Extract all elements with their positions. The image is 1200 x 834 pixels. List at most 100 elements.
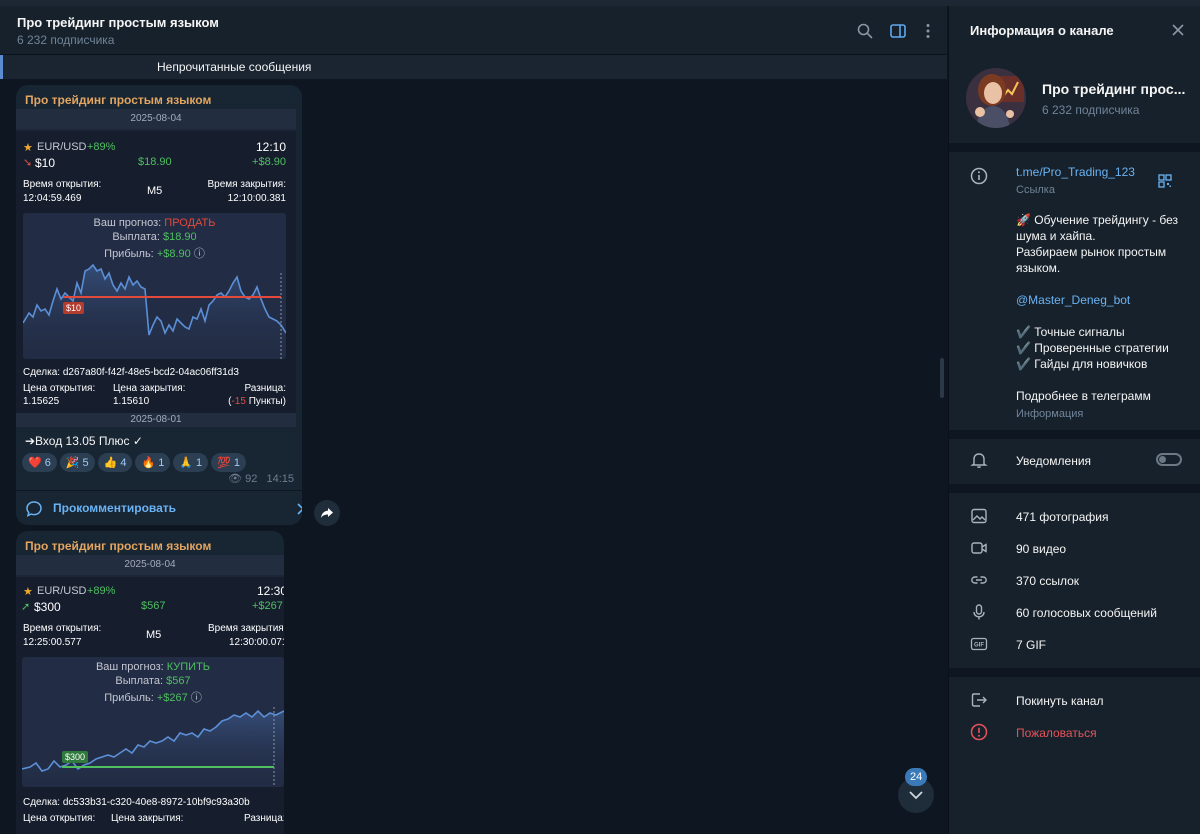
channel-link[interactable]: t.me/Pro_Trading_123: [1016, 165, 1135, 179]
post-time: 14:15: [266, 473, 294, 485]
reaction-emoji: 👍: [103, 457, 118, 469]
deal-id: Сделка: dc533b31-c320-40e8-8972-10bf9c93…: [23, 797, 250, 808]
diff-suffix: Пункты): [245, 396, 286, 407]
reaction-count: 1: [196, 456, 203, 469]
entry-price-tag: $10: [63, 302, 85, 314]
section-divider: [949, 143, 1200, 152]
reaction-heart[interactable]: ❤️ 6: [22, 453, 57, 472]
forecast-label: Ваш прогноз:: [95, 661, 164, 673]
reaction-pray[interactable]: 🙏 1: [173, 453, 209, 472]
star-icon: ★: [23, 586, 33, 598]
reactions-bar: ❤️ 6 🎉 5 👍 4 🔥 1 🙏 1 💯 1: [22, 453, 246, 472]
description-line: Подробнее в телеграмм: [1016, 389, 1151, 403]
links-row[interactable]: 370 ссылок: [1016, 574, 1079, 588]
deal-id: Сделка: d267a80f-f42f-48e5-bcd2-04ac06ff…: [23, 367, 239, 378]
close-icon[interactable]: [1171, 23, 1185, 37]
sidebar-toggle-icon[interactable]: [889, 22, 907, 40]
reaction-emoji: ❤️: [28, 457, 42, 469]
chat-title[interactable]: Про трейдинг простым языком: [17, 15, 219, 30]
description-line: [1016, 276, 1186, 292]
comment-button[interactable]: Прокомментировать: [16, 490, 302, 525]
bot-mention-link[interactable]: @Master_Deneg_bot: [1016, 292, 1186, 308]
entry-price-tag: $300: [62, 751, 89, 763]
description-line: ✔️ Проверенные стратегии: [1016, 341, 1169, 355]
trade-time: 12:10: [255, 140, 286, 154]
qr-code-icon[interactable]: [1157, 173, 1173, 189]
description-line: ✔️ Гайды для новичков: [1016, 357, 1148, 371]
report-button[interactable]: Пожаловаться: [1016, 726, 1097, 740]
profit-value: +$267: [156, 692, 188, 704]
reaction-emoji: 🎉: [65, 457, 80, 469]
report-icon: [970, 723, 988, 741]
comment-icon: [26, 501, 42, 517]
payout-label: Выплата:: [112, 231, 160, 243]
notifications-label: Уведомления: [1016, 454, 1092, 468]
trade-payout: $567: [141, 600, 166, 612]
unread-count-badge: 24: [905, 768, 928, 786]
open-time: 12:04:59.469: [23, 193, 82, 204]
share-button[interactable]: [314, 500, 340, 526]
more-options-icon[interactable]: [919, 22, 937, 40]
photos-row[interactable]: 471 фотография: [1016, 510, 1108, 524]
payout-label: Выплата:: [115, 675, 164, 687]
payout-line: Выплата: $567: [22, 675, 284, 687]
chevron-right-icon: [297, 503, 302, 515]
close-time-label: Время закрытия:: [208, 623, 284, 634]
gif-row[interactable]: 7 GIF: [1016, 638, 1046, 652]
post-author[interactable]: Про трейдинг простым языком: [25, 539, 211, 553]
link-icon: [971, 576, 987, 584]
trade-amount: $300: [34, 600, 61, 614]
trade-profit: +$267: [252, 600, 283, 612]
trade-card-image[interactable]: 2025-08-04 ★ EUR/USD +89% 12:10 ➘ $10 $1…: [16, 109, 296, 427]
search-icon[interactable]: [856, 22, 874, 40]
profit-label: Прибыль:: [104, 248, 154, 260]
voice-row[interactable]: 60 голосовых сообщений: [1016, 606, 1157, 620]
channel-post[interactable]: Про трейдинг простым языком 2025-08-04 ★…: [16, 85, 302, 525]
reaction-emoji: 🔥: [141, 457, 156, 469]
close-time: 12:30:00.071: [229, 637, 284, 648]
card-date: 2025-08-04: [16, 109, 296, 129]
chat-scrollbar[interactable]: [940, 358, 944, 398]
post-footer: ➔Вход 13.05 Плюс ✓ ❤️ 6 🎉 5 👍 4 🔥 1 🙏 1 💯 1 👁 …: [16, 427, 302, 525]
reaction-thumbs-up[interactable]: 👍 4: [97, 453, 133, 472]
close-price: 1.15610: [113, 396, 150, 407]
post-caption: ➔Вход 13.05 Плюс ✓: [25, 434, 143, 448]
timeframe: M5: [147, 185, 163, 197]
reaction-fire[interactable]: 🔥 1: [135, 453, 171, 472]
description-line: ✔️ Точные сигналы: [1016, 325, 1125, 339]
reaction-emoji: 💯: [217, 457, 231, 469]
notifications-toggle[interactable]: [1156, 453, 1182, 466]
profit-line: Прибыль: +$267 ⓘ: [22, 689, 284, 705]
videos-row[interactable]: 90 видео: [1016, 542, 1066, 556]
trade-card-image[interactable]: 2025-08-04 ★ EUR/USD +89% 12:30 ➚ $300 $…: [16, 555, 284, 834]
reaction-party[interactable]: 🎉 5: [59, 453, 95, 472]
channel-avatar[interactable]: [966, 68, 1026, 128]
payout-line: Выплата: $18.90: [23, 231, 286, 243]
close-time: 12:10:00.381: [227, 193, 286, 204]
next-date: 2025-08-01: [130, 414, 182, 425]
close-price-label: Цена закрытия:: [111, 813, 184, 824]
comment-label: Прокомментировать: [53, 501, 177, 515]
reaction-hundred[interactable]: 💯 1: [211, 453, 246, 472]
views-count: 92: [245, 473, 258, 485]
payout-value: $18.90: [163, 231, 197, 243]
photo-icon: [971, 508, 987, 524]
panel-title: Информация о канале: [970, 23, 1114, 38]
pair-percent: +89%: [87, 585, 116, 597]
trade-payout: $18.90: [138, 156, 172, 168]
open-time: 12:25:00.577: [23, 637, 82, 648]
pair-name: EUR/USD: [37, 141, 87, 153]
bell-icon: [970, 453, 988, 468]
post-author[interactable]: Про трейдинг простым языком: [25, 93, 211, 107]
timeframe: M5: [146, 629, 162, 641]
channel-post[interactable]: Про трейдинг простым языком 2025-08-04 ★…: [16, 531, 284, 834]
pair-name: EUR/USD: [37, 585, 87, 597]
price-chart: Ваш прогноз: ПРОДАТЬ Выплата: $18.90 При…: [23, 213, 286, 359]
diff-value-line: (-15 Пункты): [228, 396, 286, 407]
description-line: 🚀 Обучение трейдингу - без: [1016, 213, 1179, 227]
leave-channel-button[interactable]: Покинуть канал: [1016, 694, 1103, 708]
card-body: ★ EUR/USD +89% 12:10 ➘ $10 $18.90 +$8.90…: [16, 131, 296, 427]
chat-header[interactable]: Про трейдинг простым языком 6 232 подпис…: [0, 6, 947, 55]
arrow-up-icon: ➚: [21, 601, 31, 613]
pair-percent: +89%: [87, 141, 116, 153]
